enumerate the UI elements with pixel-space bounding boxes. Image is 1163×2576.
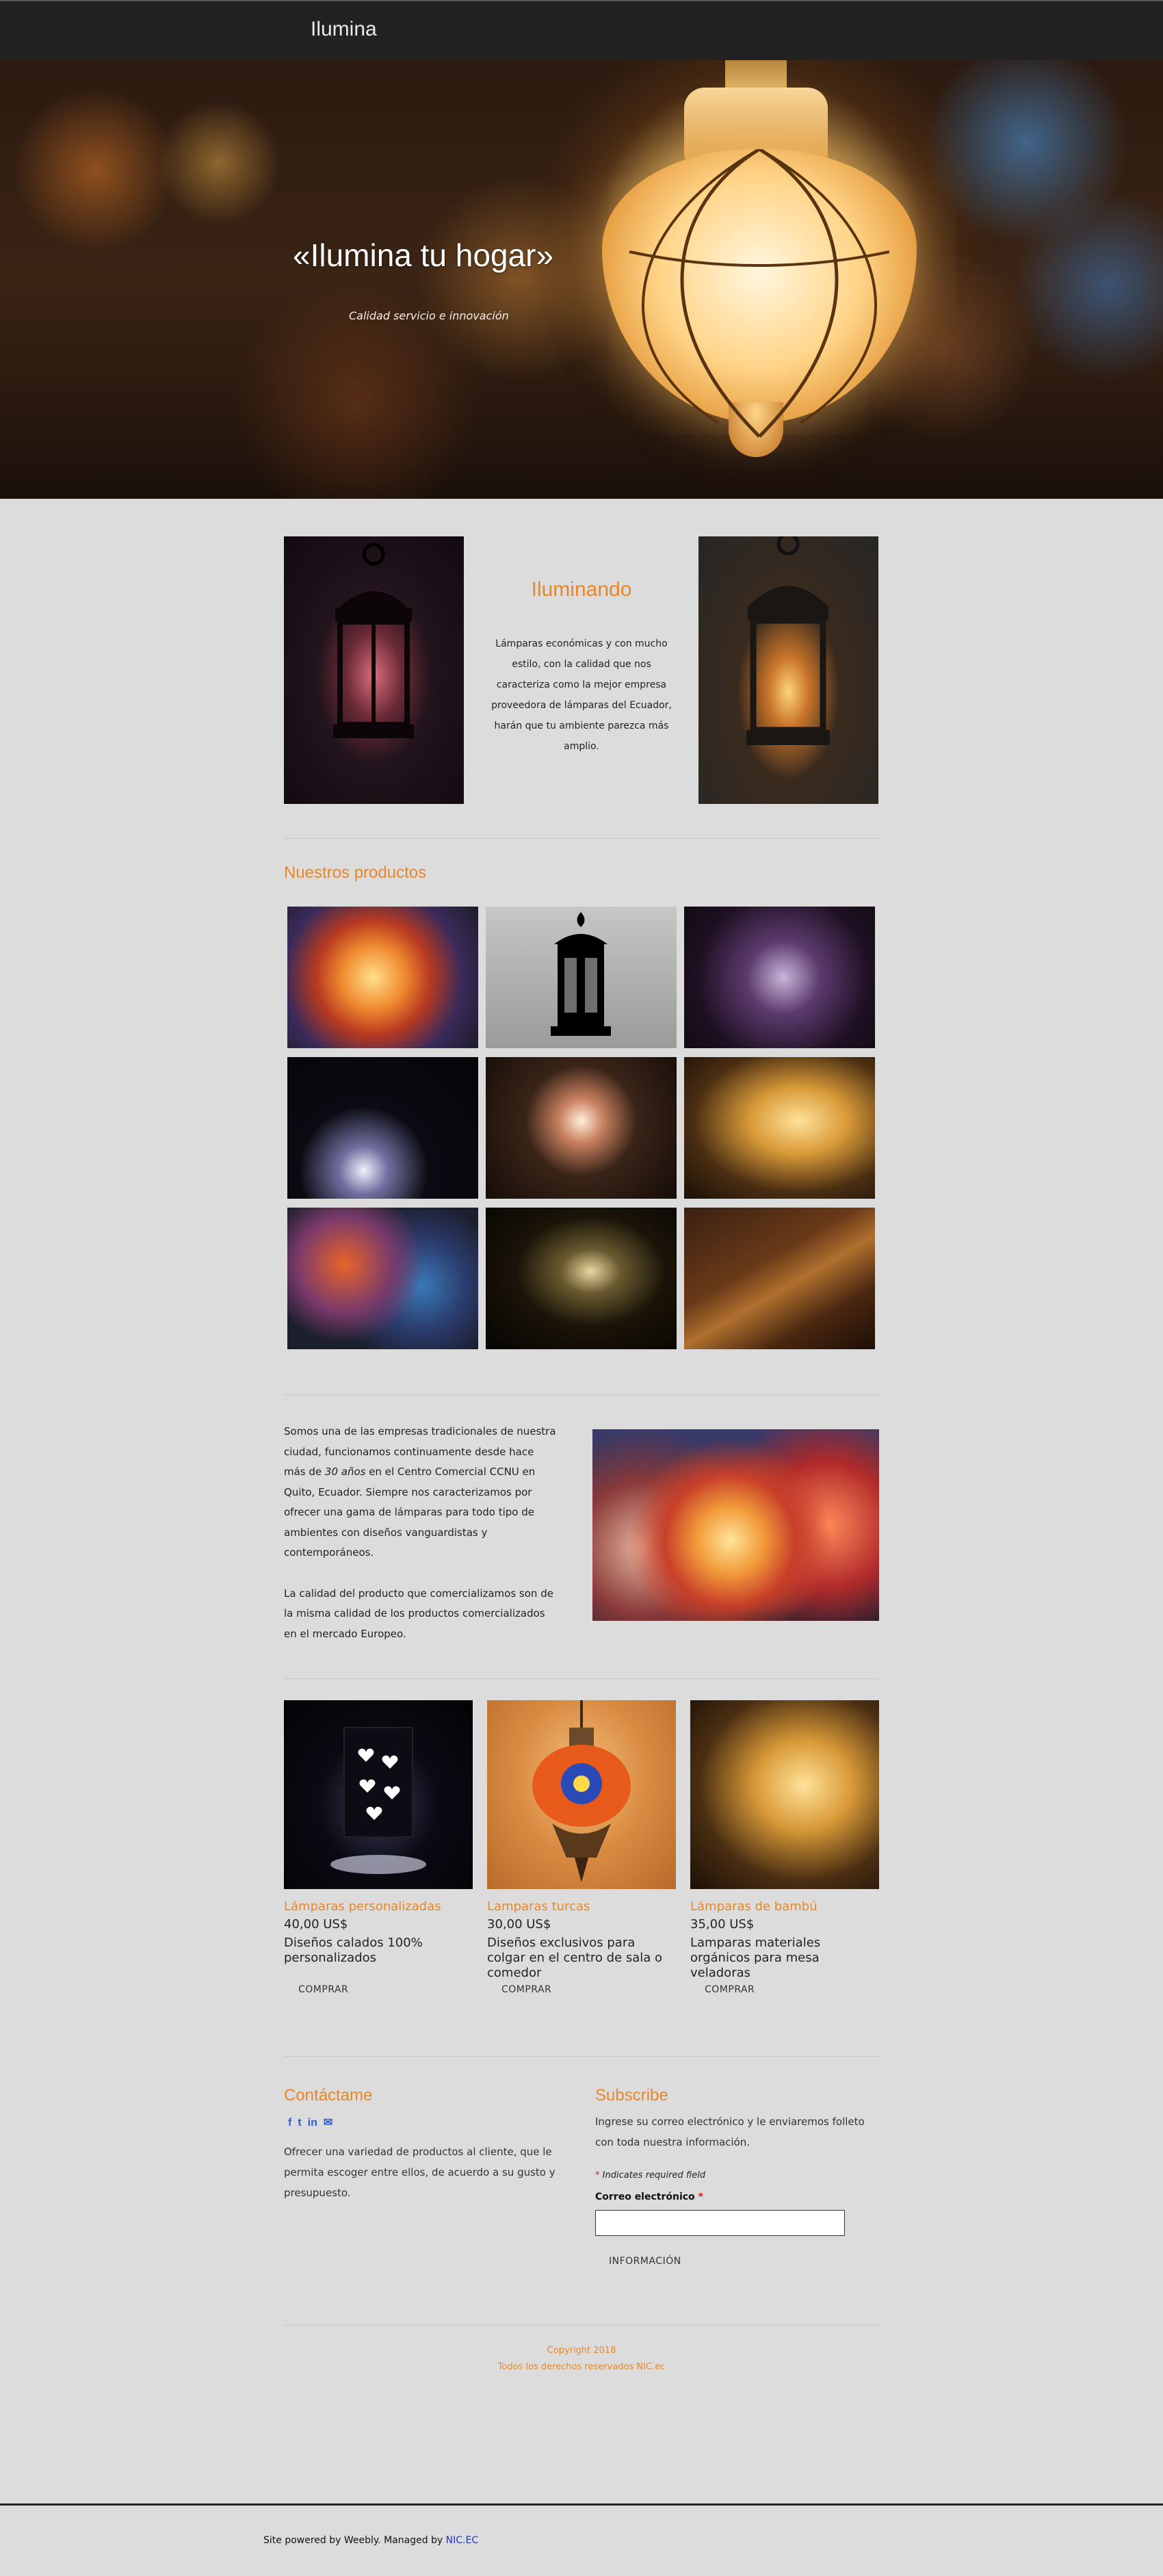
- site-header: Ilumina: [0, 0, 1163, 60]
- product-price: 40,00 US$: [284, 1917, 348, 1931]
- buy-button[interactable]: COMPRAR: [501, 1984, 551, 1995]
- site-logo[interactable]: Ilumina: [311, 18, 377, 41]
- gallery-image-wood-table-lantern[interactable]: [684, 1208, 875, 1349]
- section-divider: [284, 1678, 879, 1679]
- product-image-bambu[interactable]: [690, 1700, 879, 1889]
- lantern-photo-left: [284, 536, 464, 804]
- gallery-image-mosaic-lamps[interactable]: [287, 907, 478, 1048]
- contact-text: Ofrecer una variedad de productos al cli…: [284, 2146, 556, 2199]
- subscribe-text: Ingrese su correo electrónico y le envia…: [595, 2116, 865, 2148]
- gallery-image-hanging-lantern[interactable]: [684, 907, 875, 1048]
- product-description: Diseños calados 100% personalizados: [284, 1936, 423, 1965]
- section-divider: [284, 1394, 879, 1395]
- product-name[interactable]: Lamparas turcas: [487, 1899, 590, 1914]
- gallery-image-glowing-lantern-top[interactable]: [486, 1057, 677, 1199]
- section-divider: [284, 2056, 879, 2057]
- hero-title: «Ilumina tu hogar»: [293, 237, 554, 273]
- hero-banner: «Ilumina tu hogar» Calidad servicio e in…: [0, 60, 1163, 499]
- product-price: 30,00 US$: [487, 1917, 551, 1931]
- about-photo: [592, 1429, 879, 1621]
- lantern-photo-right: [698, 536, 878, 804]
- copyright-rights: Todos los derechos reservados NIC.ec: [497, 2362, 666, 2372]
- footer-credit: Site powered by Weebly. Managed by NIC.E…: [263, 2535, 479, 2546]
- products-title: Nuestros productos: [284, 863, 427, 882]
- facebook-icon[interactable]: f: [288, 2117, 291, 2129]
- contact-title: Contáctame: [284, 2086, 373, 2105]
- product-price: 35,00 US$: [690, 1917, 755, 1931]
- copyright-line: Copyright 2018: [547, 2345, 616, 2356]
- email-label: Correo electrónico *: [595, 2191, 703, 2202]
- product-image-personalizadas[interactable]: [284, 1700, 473, 1889]
- section-divider: [284, 2325, 879, 2326]
- footer-border: [0, 2503, 1163, 2506]
- required-note: * Indicates required field: [595, 2170, 706, 2181]
- subscribe-title: Subscribe: [595, 2086, 668, 2105]
- buy-button[interactable]: COMPRAR: [298, 1984, 348, 1995]
- intro-title: Iluminando: [531, 578, 632, 601]
- email-icon[interactable]: ✉: [324, 2117, 332, 2129]
- subscribe-button[interactable]: INFORMACIÓN: [609, 2256, 681, 2267]
- product-name[interactable]: Lámparas personalizadas: [284, 1899, 441, 1914]
- gallery-image-turkish-mosaic-lamps[interactable]: [287, 1208, 478, 1349]
- social-icons: f t in ✉: [288, 2117, 332, 2129]
- nic-link[interactable]: NIC.EC: [446, 2535, 478, 2546]
- section-divider: [284, 838, 879, 839]
- gallery-image-desk-lamp-scene[interactable]: [486, 1208, 677, 1349]
- buy-button[interactable]: COMPRAR: [705, 1984, 755, 1995]
- product-name[interactable]: Lámparas de bambú: [690, 1899, 818, 1914]
- product-description: Lamparas materiales orgánicos para mesa …: [690, 1936, 821, 1980]
- about-text: Somos una de las empresas tradicionales …: [284, 1425, 556, 1640]
- product-image-turcas[interactable]: [487, 1700, 676, 1889]
- email-field[interactable]: [595, 2210, 845, 2236]
- gallery-image-heart-cutout-lantern[interactable]: [287, 1057, 478, 1199]
- intro-text: Lámparas económicas y con mucho estilo, …: [491, 638, 672, 752]
- linkedin-icon[interactable]: in: [308, 2117, 317, 2129]
- hero-subtitle: Calidad servicio e innovación: [349, 309, 509, 322]
- gallery-image-black-lantern[interactable]: [486, 907, 677, 1048]
- product-description: Diseños exclusivos para colgar en el cen…: [487, 1936, 663, 1980]
- gallery-image-bamboo-candles[interactable]: [684, 1057, 875, 1199]
- twitter-icon[interactable]: t: [298, 2117, 301, 2129]
